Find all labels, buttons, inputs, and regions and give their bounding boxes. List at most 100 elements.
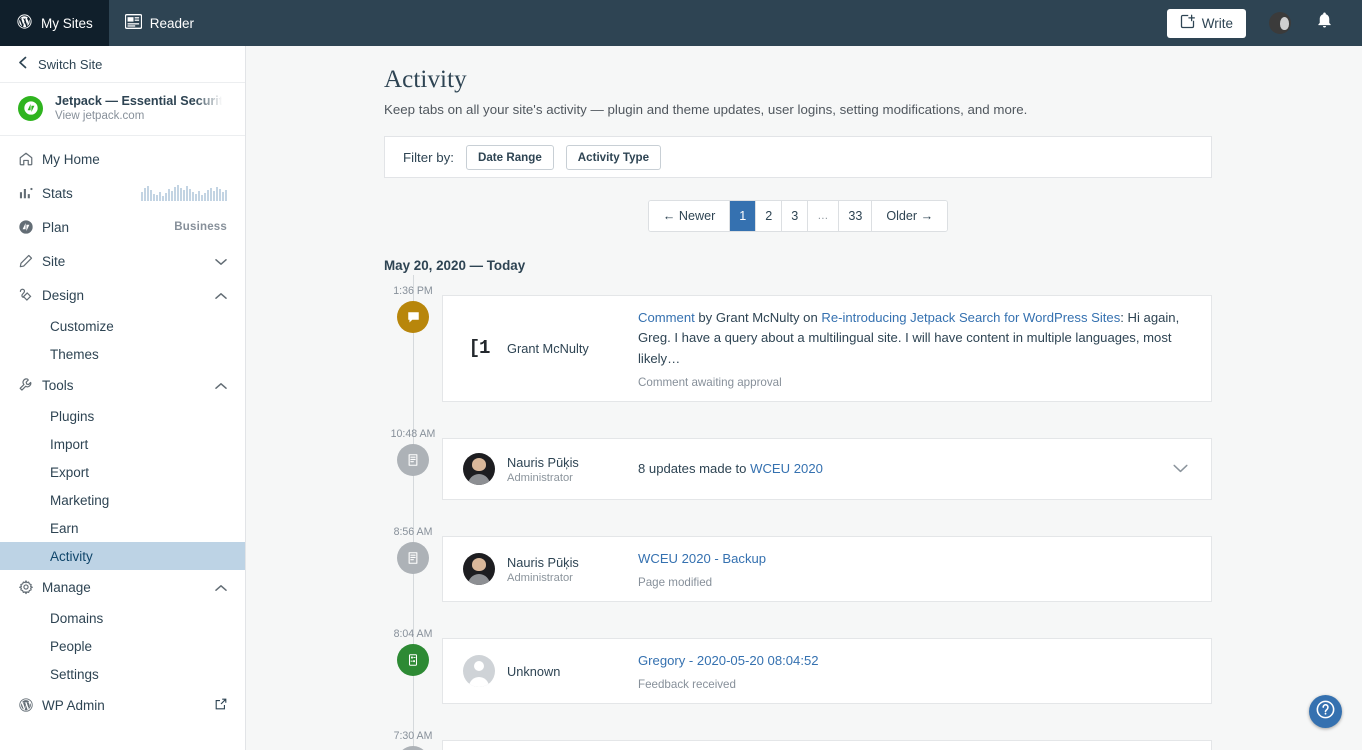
- activity-entry: 7:30 AM Nauris Pūķis Administrator: [384, 720, 1212, 750]
- target-link[interactable]: Gregory - 2020-05-20 08:04:52: [638, 653, 819, 668]
- activity-card[interactable]: [1 Grant McNulty Comment by Grant McNult…: [442, 295, 1212, 402]
- actor-role: Administrator: [507, 572, 579, 584]
- activity-status: Comment awaiting approval: [638, 376, 1185, 389]
- sidebar-item-plugins[interactable]: Plugins: [0, 402, 245, 430]
- masthead-reader-label: Reader: [150, 16, 194, 31]
- wordpress-icon: [18, 697, 42, 713]
- activity-actor: Nauris Pūķis Administrator: [463, 453, 638, 485]
- help-button[interactable]: [1309, 695, 1342, 728]
- avatar: [463, 453, 495, 485]
- activity-status: Page modified: [638, 576, 1185, 589]
- timeline-gutter: 8:56 AM: [384, 516, 442, 602]
- sidebar-item-wp-admin[interactable]: WP Admin: [0, 688, 245, 722]
- pagination-page-3[interactable]: 3: [781, 201, 807, 231]
- write-button-label: Write: [1202, 16, 1233, 31]
- sidebar-item-earn[interactable]: Earn: [0, 514, 245, 542]
- sidebar-item-tools[interactable]: Tools: [0, 368, 245, 402]
- pagination-older[interactable]: Older →: [871, 201, 947, 231]
- current-site-texts: Jetpack — Essential Security & P View je…: [55, 94, 229, 122]
- page-icon: [397, 746, 429, 750]
- page-icon: [397, 444, 429, 476]
- masthead: My Sites Reader Write: [0, 0, 1362, 46]
- activity-status: Feedback received: [638, 678, 1185, 691]
- sidebar-item-manage[interactable]: Manage: [0, 570, 245, 604]
- sidebar-item-my-home[interactable]: My Home: [0, 142, 245, 176]
- chevron-up-icon[interactable]: [215, 378, 227, 393]
- current-site-title: Jetpack — Essential Security & P: [55, 94, 229, 108]
- actor-name: Nauris Pūķis: [507, 454, 579, 471]
- sidebar-item-export[interactable]: Export: [0, 458, 245, 486]
- sidebar-item-stats[interactable]: Stats: [0, 176, 245, 210]
- comment-link[interactable]: Comment: [638, 310, 695, 325]
- sidebar-item-label: Design: [42, 288, 215, 303]
- activity-body: 8 updates made to WCEU 2020: [638, 459, 1167, 479]
- actor-texts: Grant McNulty: [507, 340, 589, 357]
- pagination-page-33[interactable]: 33: [838, 201, 871, 231]
- activity-card[interactable]: Nauris Pūķis Administrator WCEU 2020 - B…: [442, 536, 1212, 602]
- activity-card[interactable]: Nauris Pūķis Administrator 13 updates ma…: [442, 740, 1212, 750]
- timeline-gutter: 8:04 AM: [384, 618, 442, 704]
- switch-site-label: Switch Site: [38, 57, 102, 72]
- expand-toggle[interactable]: [1167, 460, 1193, 478]
- help-question-icon: [1315, 699, 1336, 725]
- masthead-my-sites[interactable]: My Sites: [0, 0, 109, 46]
- design-icon: [18, 287, 42, 303]
- target-link[interactable]: WCEU 2020: [750, 461, 823, 476]
- sidebar-item-label: Themes: [50, 347, 99, 362]
- entry-time: 8:04 AM: [394, 628, 433, 642]
- activity-timeline: 1:36 PM [1 Grant McNulty Comment by Gran…: [384, 275, 1212, 750]
- chevron-left-icon: [18, 56, 27, 72]
- target-link[interactable]: WCEU 2020 - Backup: [638, 551, 766, 566]
- sidebar-item-themes[interactable]: Themes: [0, 340, 245, 368]
- activity-body: WCEU 2020 - Backup Page modified: [638, 549, 1193, 589]
- sidebar-item-label: Plugins: [50, 409, 94, 424]
- activity-text-prefix: 8 updates made to: [638, 461, 750, 476]
- activity-type-filter-button[interactable]: Activity Type: [566, 145, 661, 170]
- sidebar-item-label: Plan: [42, 220, 174, 235]
- sidebar-item-activity[interactable]: Activity: [0, 542, 245, 570]
- sidebar-item-customize[interactable]: Customize: [0, 312, 245, 340]
- notifications-bell-icon: [1316, 12, 1333, 34]
- date-range-filter-button[interactable]: Date Range: [466, 145, 554, 170]
- notifications-button[interactable]: [1304, 0, 1344, 46]
- sidebar-item-import[interactable]: Import: [0, 430, 245, 458]
- sidebar-item-label: Stats: [42, 186, 141, 201]
- chevron-up-icon[interactable]: [215, 288, 227, 303]
- chevron-up-icon[interactable]: [215, 580, 227, 595]
- current-site-card[interactable]: Jetpack — Essential Security & P View je…: [0, 83, 245, 136]
- external-link-icon: [215, 698, 227, 713]
- sidebar-item-label: Manage: [42, 580, 215, 595]
- chevron-down-icon[interactable]: [215, 254, 227, 269]
- write-button[interactable]: Write: [1167, 9, 1246, 38]
- sidebar-item-label: WP Admin: [42, 698, 215, 713]
- masthead-my-sites-label: My Sites: [41, 16, 93, 31]
- wrench-icon: [18, 377, 42, 393]
- pagination-newer[interactable]: ← Newer: [649, 201, 729, 231]
- sidebar-item-label: People: [50, 639, 92, 654]
- pagination-page-2[interactable]: 2: [755, 201, 781, 231]
- switch-site-button[interactable]: Switch Site: [0, 46, 245, 83]
- sidebar-item-design[interactable]: Design: [0, 278, 245, 312]
- sidebar-item-site[interactable]: Site: [0, 244, 245, 278]
- timeline-gutter: 1:36 PM: [384, 275, 442, 402]
- sidebar-item-domains[interactable]: Domains: [0, 604, 245, 632]
- activity-text-mid: by Grant McNulty on: [695, 310, 822, 325]
- sidebar-item-marketing[interactable]: Marketing: [0, 486, 245, 514]
- activity-card[interactable]: Nauris Pūķis Administrator 8 updates mad…: [442, 438, 1212, 500]
- activity-page: Activity Keep tabs on all your site's ac…: [384, 46, 1212, 750]
- sidebar-item-settings[interactable]: Settings: [0, 660, 245, 688]
- post-link[interactable]: Re-introducing Jetpack Search for WordPr…: [821, 310, 1120, 325]
- activity-entry: 10:48 AM Nauris Pūķis Administrator: [384, 418, 1212, 516]
- stats-icon: [18, 185, 42, 201]
- sidebar-item-plan[interactable]: Plan Business: [0, 210, 245, 244]
- activity-description: 8 updates made to WCEU 2020: [638, 459, 1159, 479]
- sidebar-item-people[interactable]: People: [0, 632, 245, 660]
- pagination-page-1[interactable]: 1: [729, 201, 755, 231]
- sidebar-item-label: Marketing: [50, 493, 109, 508]
- sidebar-item-label: My Home: [42, 152, 227, 167]
- activity-card[interactable]: Unknown Gregory - 2020-05-20 08:04:52 Fe…: [442, 638, 1212, 704]
- page-icon: [397, 542, 429, 574]
- home-icon: [18, 151, 42, 167]
- masthead-reader[interactable]: Reader: [109, 0, 210, 46]
- user-avatar-button[interactable]: [1260, 0, 1300, 46]
